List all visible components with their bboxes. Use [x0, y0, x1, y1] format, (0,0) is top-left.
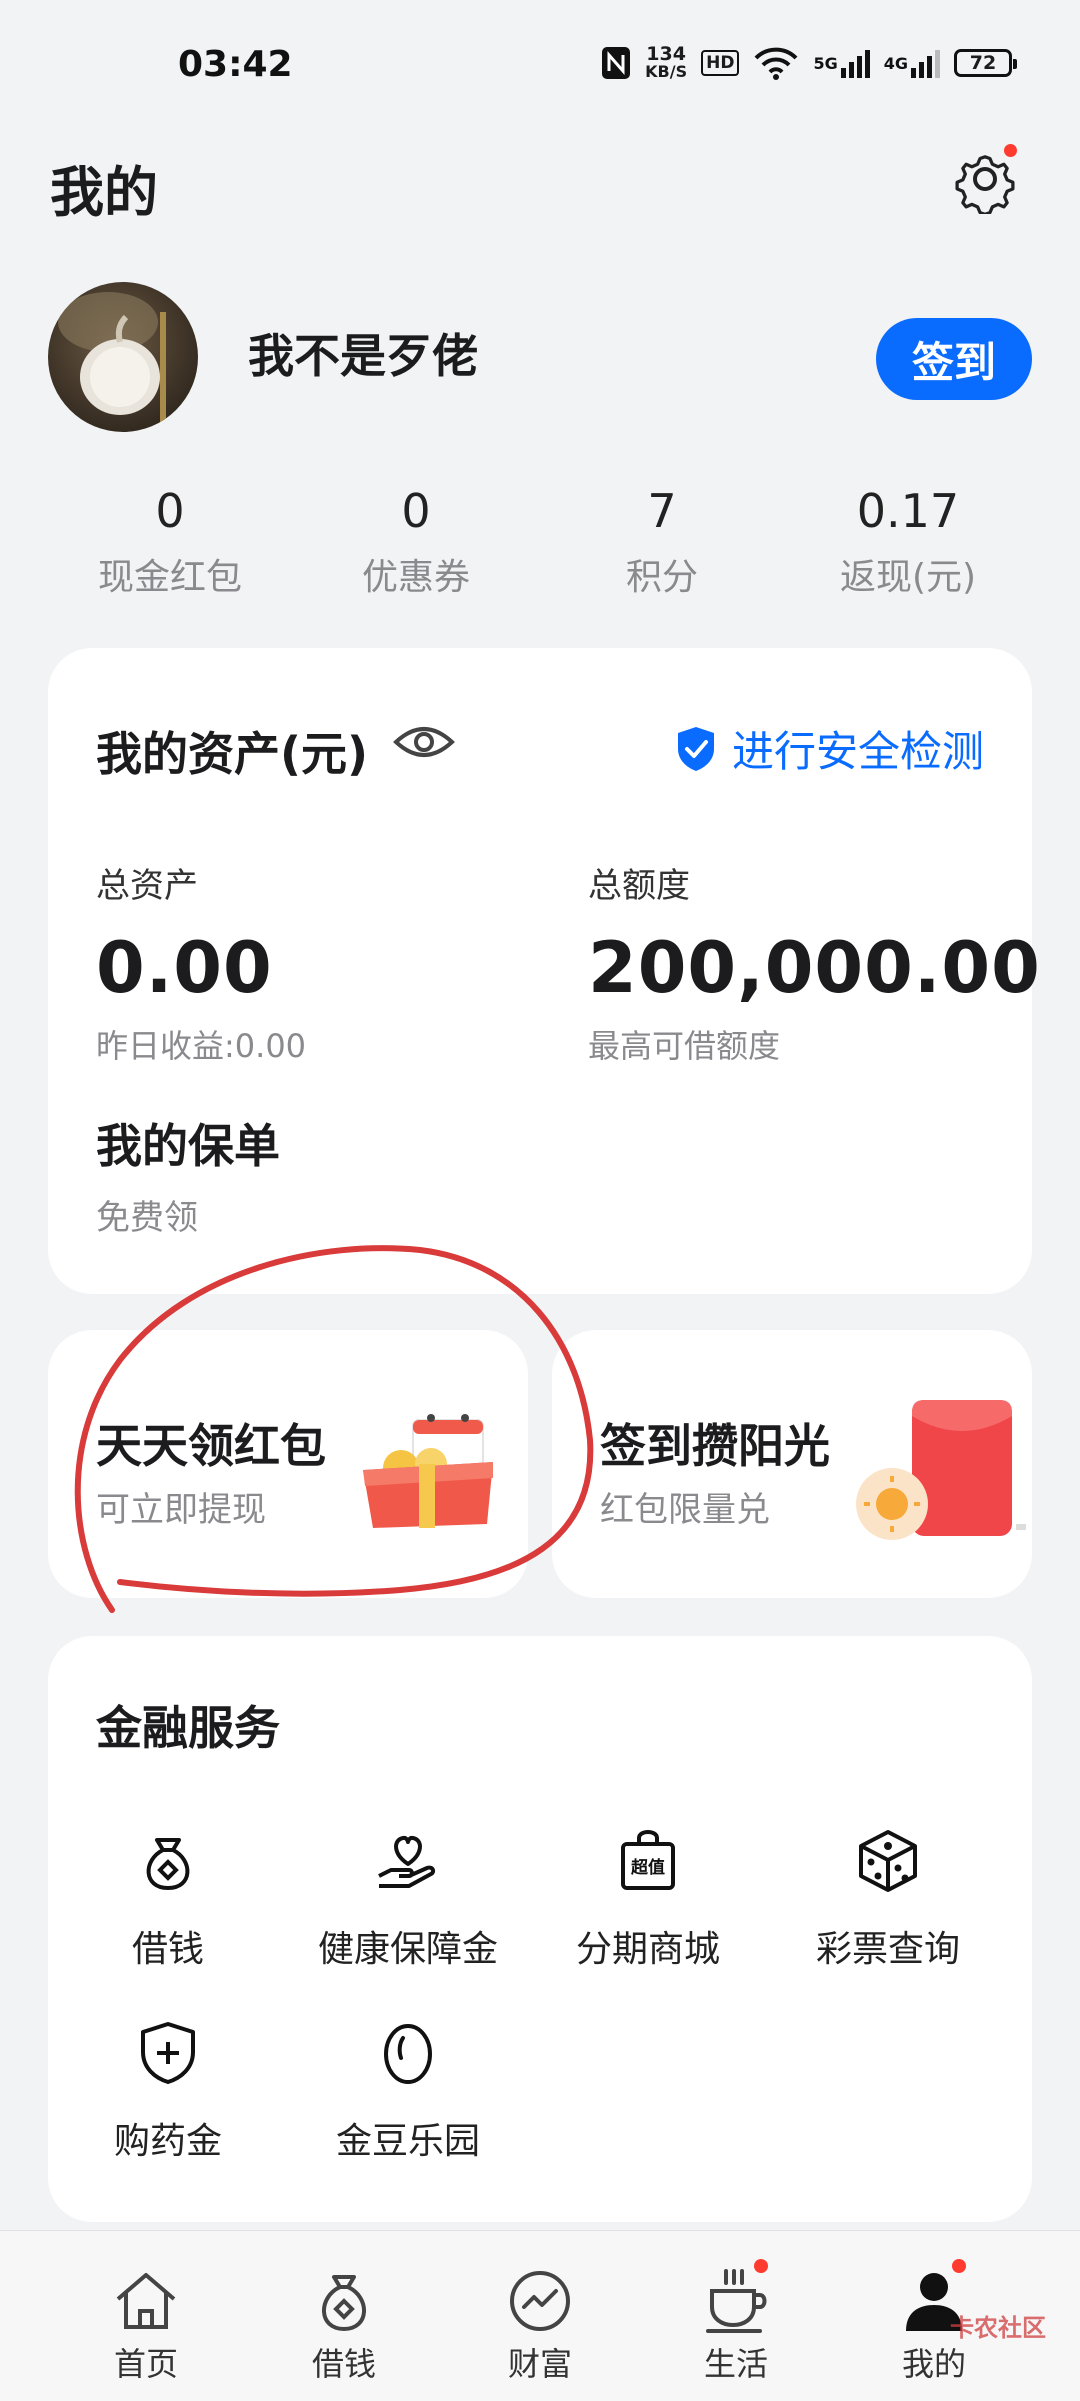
service-label: 分期商城 [575, 1929, 720, 1970]
stat-label: 现金红包 [97, 557, 242, 598]
policy-title[interactable]: 我的保单 [96, 1110, 280, 1176]
total-assets-label: 总资产 [96, 866, 198, 906]
money-bag-icon [146, 1838, 190, 1891]
settings-notification-dot [1004, 144, 1017, 157]
service-label: 金豆乐园 [335, 2121, 480, 2162]
nav-borrow[interactable]: 借钱 [264, 2267, 424, 2385]
yesterday-income: 昨日收益:0.00 [96, 1027, 307, 1065]
gift-box-icon [363, 1414, 493, 1528]
wifi-icon [753, 46, 799, 80]
visibility-toggle[interactable] [393, 714, 455, 770]
service-label: 购药金 [113, 2121, 222, 2162]
total-assets-value: 0.00 [96, 927, 273, 1009]
nav-label: 生活 [703, 2345, 768, 2383]
total-credit-block[interactable]: 总额度 200,000.00 最高可借额度 [588, 858, 1041, 1067]
coffee-cup-icon [706, 2269, 767, 2333]
avatar[interactable] [48, 282, 198, 432]
stat-points[interactable]: 7 积分 [542, 484, 782, 600]
assets-card[interactable]: 我的资产(元) 进行安全检测 总资产 0.00 昨日收益:0.00 总额度 20… [48, 648, 1040, 1294]
service-lottery-query[interactable]: 彩票查询 [768, 1826, 1008, 1972]
security-check-link[interactable]: 进行安全检测 [674, 718, 984, 779]
nfc-icon [601, 46, 631, 80]
username: 我不是歹佬 [248, 329, 478, 383]
hd-badge: HD [701, 50, 740, 76]
battery-icon: 72 [954, 49, 1017, 77]
svg-text:超值: 超值 [631, 1857, 665, 1878]
service-installment-mall[interactable]: 超值 分期商城 [528, 1826, 768, 1972]
stat-label: 积分 [625, 557, 698, 598]
signal-5g-icon: 5G [813, 48, 870, 78]
page-title: 我的 [50, 161, 158, 224]
total-assets-block[interactable]: 总资产 0.00 昨日收益:0.00 [96, 858, 306, 1067]
promo-daily-redpacket[interactable]: 天天领红包 可立即提现 [48, 1330, 528, 1598]
security-check-label: 进行安全检测 [731, 727, 984, 776]
nav-label: 我的 [901, 2345, 966, 2383]
stat-value: 0 [155, 484, 185, 538]
status-bar: 03:42 134 KB/S HD 5G 4G 72 [0, 0, 1080, 140]
nav-label: 借钱 [311, 2345, 376, 2383]
watermark: 卡农社区 [950, 2314, 1046, 2342]
signal-4g-icon: 4G [884, 48, 940, 78]
promo-checkin-sunshine[interactable]: 签到攒阳光 红包限量兑 [552, 1330, 1032, 1598]
home-icon [116, 2273, 176, 2329]
avatar-image [58, 292, 166, 422]
network-speed: 134 KB/S [645, 43, 688, 81]
nav-label: 首页 [113, 2345, 178, 2383]
checkin-button[interactable]: 签到 [876, 318, 1032, 400]
eye-icon [393, 727, 455, 757]
nav-life[interactable]: 生活 [656, 2267, 816, 2385]
finance-title: 金融服务 [96, 1701, 280, 1755]
shopping-bag-icon: 超值 [621, 1830, 675, 1890]
nav-wealth[interactable]: 财富 [460, 2267, 620, 2385]
stat-coupons[interactable]: 0 优惠券 [296, 484, 536, 600]
service-label: 借钱 [131, 1929, 204, 1970]
shield-plus-icon [141, 2022, 195, 2084]
assets-title: 我的资产(元) [96, 727, 369, 781]
stat-value: 7 [647, 484, 677, 538]
stat-value: 0.17 [856, 484, 960, 538]
stat-cash-redpacket[interactable]: 0 现金红包 [50, 484, 290, 600]
policy-subtitle: 免费领 [96, 1198, 198, 1238]
promo-title: 签到攒阳光 [600, 1419, 830, 1473]
wealth-chart-icon [510, 2271, 570, 2331]
service-health-fund[interactable]: 健康保障金 [288, 1826, 528, 1972]
bottom-nav: 首页 借钱 财富 生活 我的 [0, 2230, 1080, 2401]
service-medicine-fund[interactable]: 购药金 [48, 2018, 288, 2164]
total-credit-value: 200,000.00 [588, 927, 1041, 1009]
shield-check-icon [677, 726, 714, 771]
status-time: 03:42 [178, 44, 293, 85]
money-bag-icon [322, 2275, 366, 2332]
service-borrow[interactable]: 借钱 [48, 1826, 288, 1972]
finance-services-card: 金融服务 借钱 健康保障金 超值 分期商城 彩票查询 购药金 金豆乐园 [48, 1636, 1032, 2222]
bean-icon [384, 2024, 432, 2084]
credit-hint: 最高可借额度 [588, 1027, 781, 1065]
dice-icon [859, 1830, 917, 1892]
stat-value: 0 [401, 484, 431, 538]
stat-label: 返现(元) [839, 557, 977, 598]
nav-life-badge [754, 2259, 768, 2273]
heart-hand-icon [378, 1835, 436, 1888]
total-credit-label: 总额度 [588, 866, 690, 906]
service-golden-bean-park[interactable]: 金豆乐园 [288, 2018, 528, 2164]
red-envelope-icon [856, 1400, 1026, 1540]
nav-home[interactable]: 首页 [66, 2267, 226, 2385]
status-icons: 134 KB/S HD 5G 4G 72 [601, 43, 1017, 81]
service-label: 健康保障金 [317, 1929, 498, 1970]
service-label: 彩票查询 [815, 1929, 960, 1970]
promo-subtitle: 红包限量兑 [600, 1490, 770, 1530]
nav-mine-badge [952, 2259, 966, 2273]
stat-cashback[interactable]: 0.17 返现(元) [788, 484, 1028, 600]
nav-label: 财富 [507, 2345, 572, 2383]
stat-label: 优惠券 [361, 557, 470, 598]
promo-subtitle: 可立即提现 [96, 1490, 266, 1530]
promo-title: 天天领红包 [96, 1419, 326, 1473]
